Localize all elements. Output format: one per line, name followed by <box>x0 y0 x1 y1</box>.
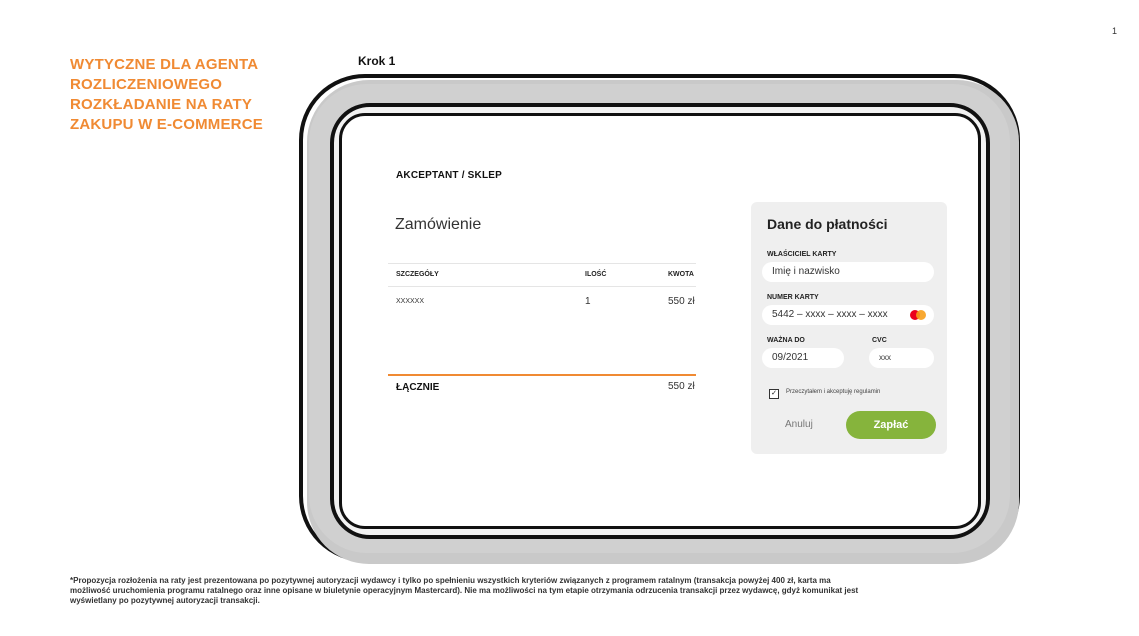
footnote-line: wyświetlany po pozytywnej autoryzacji tr… <box>70 596 260 605</box>
total-label: ŁĄCZNIE <box>396 382 440 393</box>
cancel-button[interactable]: Anuluj <box>785 419 813 430</box>
card-number-value: 5442 – xxxx – xxxx – xxxx <box>772 309 888 320</box>
pay-button[interactable]: Zapłać <box>846 411 936 439</box>
total-row: ŁĄCZNIE 550 zł <box>388 378 696 398</box>
cvc-field[interactable]: xxx <box>869 348 934 368</box>
expiry-field[interactable]: 09/2021 <box>762 348 844 368</box>
footnote-line: możliwość uruchomienia programu ratalneg… <box>70 586 859 595</box>
document-title-line: ROZKŁADANIE NA RATY <box>70 96 253 113</box>
payment-panel: Dane do płatności WŁAŚCICIEL KARTY Imię … <box>751 202 947 454</box>
expiry-label: WAŻNA DO <box>767 337 805 344</box>
column-header-details: SZCZEGÓŁY <box>396 271 439 278</box>
card-owner-label: WŁAŚCICIEL KARTY <box>767 251 837 258</box>
document-title-line: WYTYCZNE DLA AGENTA <box>70 56 259 73</box>
card-number-label: NUMER KARTY <box>767 294 819 301</box>
footnote-line: *Propozycja rozłożenia na raty jest prez… <box>70 576 831 585</box>
total-divider <box>388 374 696 376</box>
column-header-quantity: ILOŚĆ <box>585 271 607 278</box>
table-header: SZCZEGÓŁY ILOŚĆ KWOTA <box>388 263 696 287</box>
card-number-field[interactable]: 5442 – xxxx – xxxx – xxxx <box>762 305 934 325</box>
terms-label: Przeczytałem i akceptuję regulamin <box>786 389 881 395</box>
merchant-label: AKCEPTANT / SKLEP <box>396 170 502 181</box>
footnote: *Propozycja rozłożenia na raty jest prez… <box>70 576 1070 606</box>
card-owner-field[interactable]: Imię i nazwisko <box>762 262 934 282</box>
order-title: Zamówienie <box>395 216 482 233</box>
terms-checkbox[interactable]: ✓ <box>769 389 779 399</box>
row-detail: XXXXXX <box>396 298 425 305</box>
row-amount: 550 zł <box>668 296 695 307</box>
step-label: Krok 1 <box>358 54 396 68</box>
row-quantity: 1 <box>585 296 591 307</box>
document-title: WYTYCZNE DLA AGENTA ROZLICZENIOWEGO ROZK… <box>70 55 310 135</box>
document-title-line: ROZLICZENIOWEGO <box>70 76 223 93</box>
table-row: XXXXXX 1 550 zł <box>388 287 696 311</box>
document-title-line: ZAKUPU W E-COMMERCE <box>70 116 263 133</box>
total-amount: 550 zł <box>668 381 695 392</box>
page-number: 1 <box>1111 26 1117 36</box>
column-header-amount: KWOTA <box>668 271 694 278</box>
order-table: SZCZEGÓŁY ILOŚĆ KWOTA XXXXXX 1 550 zł <box>388 263 696 311</box>
payment-title: Dane do płatności <box>767 216 888 232</box>
cvc-label: CVC <box>872 337 887 344</box>
mastercard-icon <box>910 310 926 320</box>
